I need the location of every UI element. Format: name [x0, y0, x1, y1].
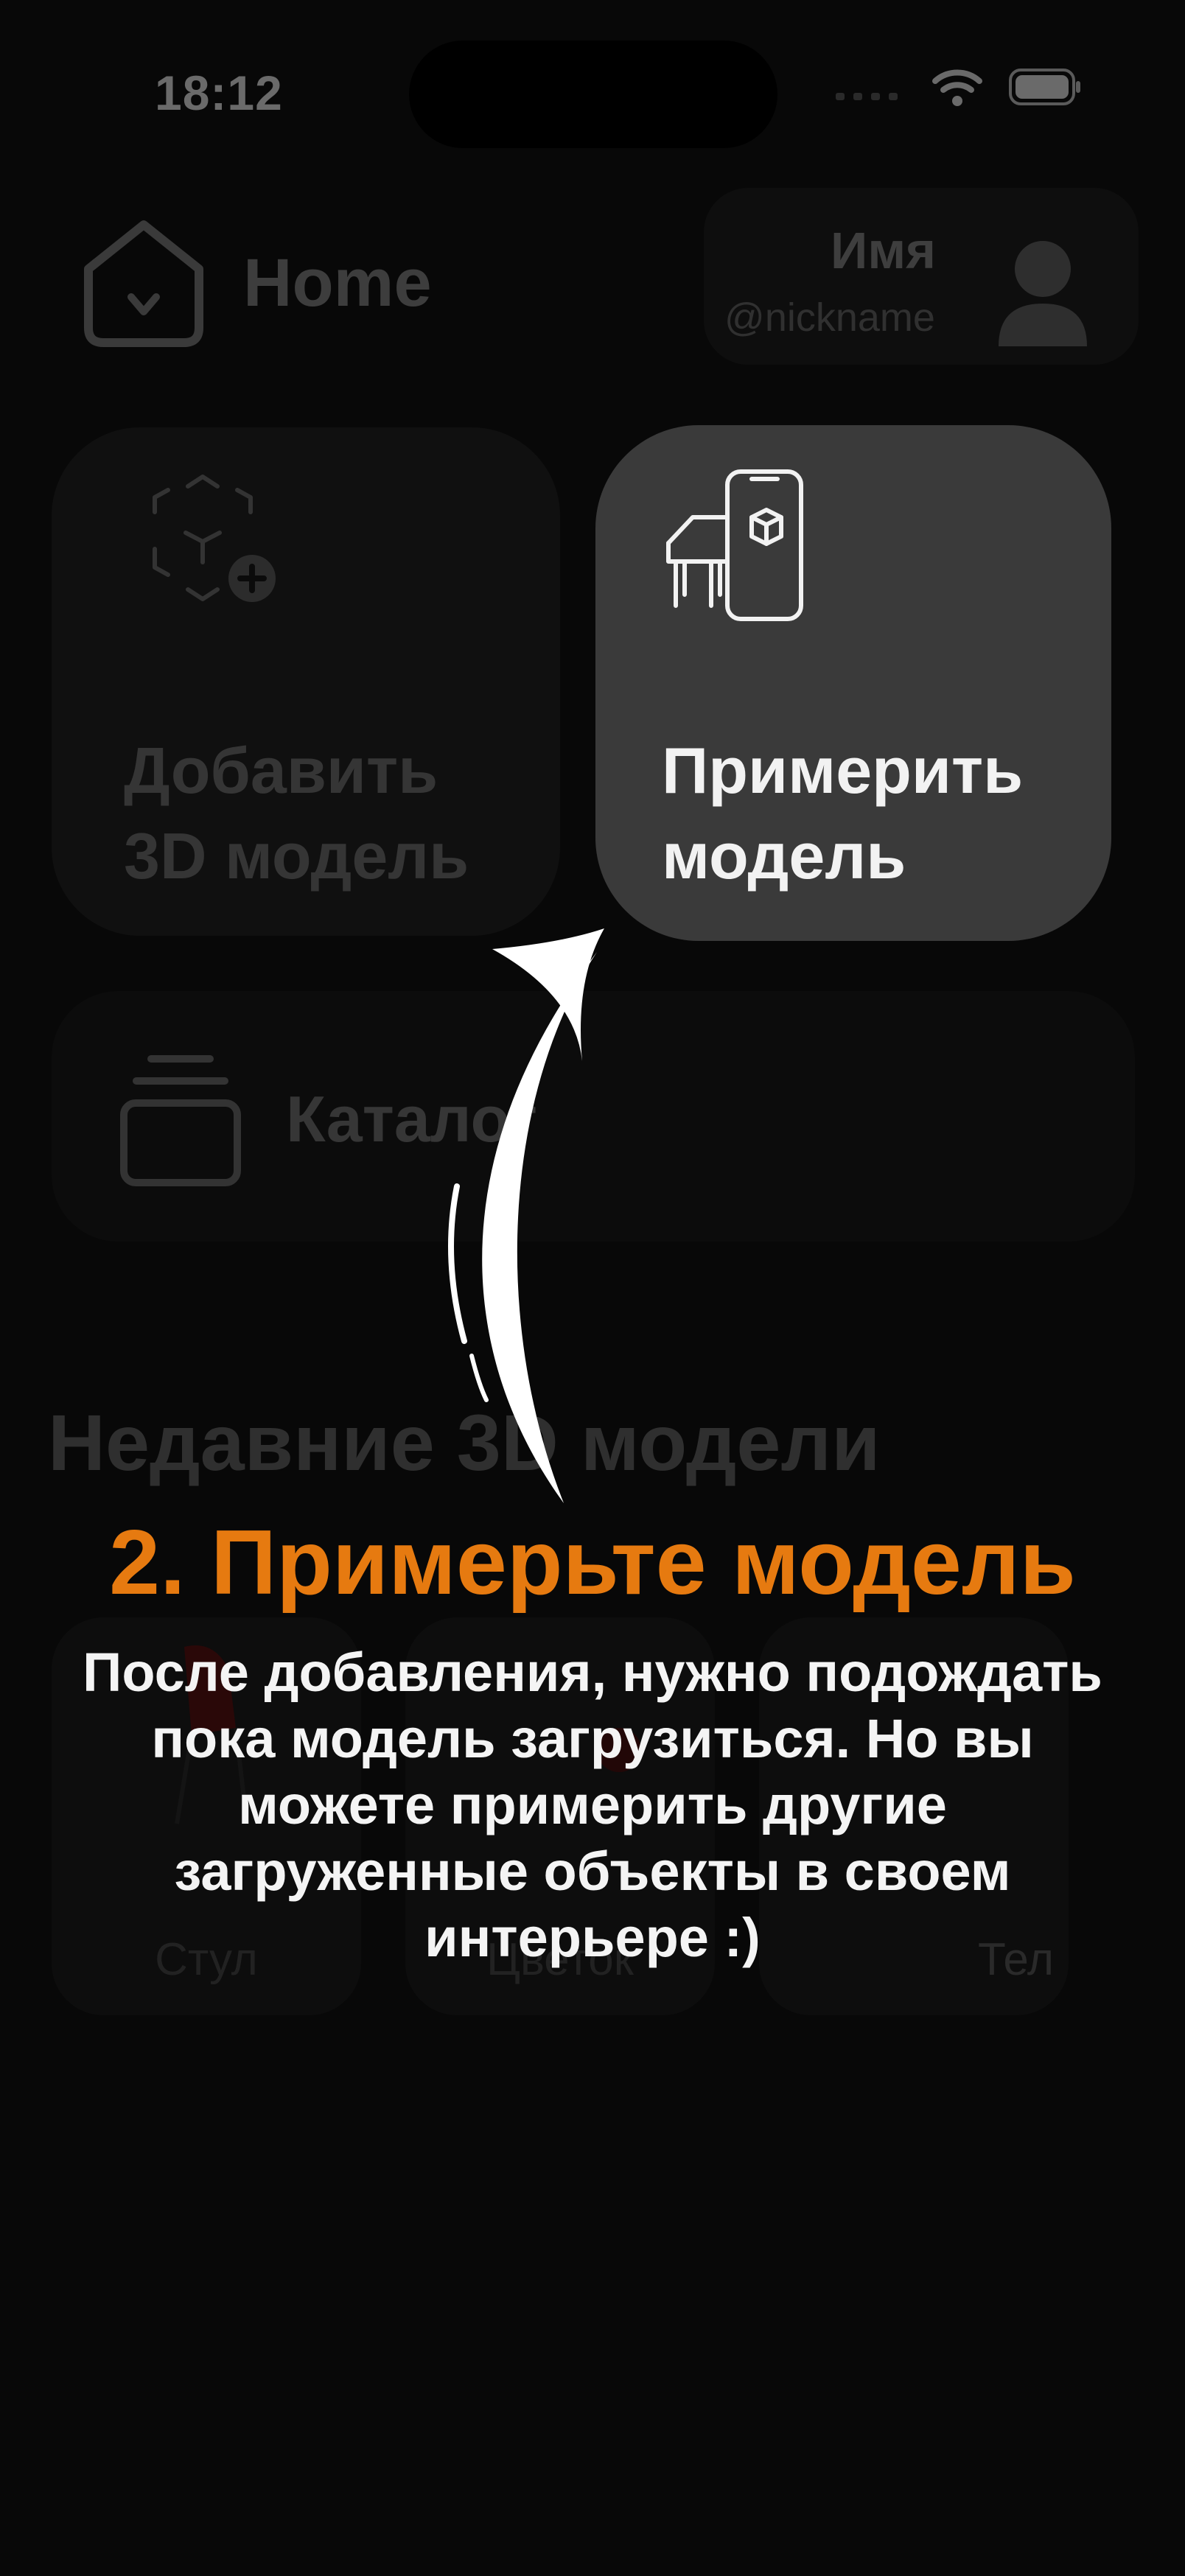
avatar-icon	[999, 241, 1087, 346]
catalog-icon	[120, 1055, 241, 1186]
profile-name: Имя	[831, 222, 936, 279]
status-icons	[833, 66, 1082, 108]
try-model-icon	[666, 469, 803, 621]
status-time: 18:12	[155, 66, 283, 120]
battery-icon	[1009, 69, 1080, 105]
wifi-icon	[932, 69, 982, 106]
page-title: Home	[243, 245, 432, 321]
profile-nickname: @nickname	[724, 295, 935, 340]
signal-icon	[836, 93, 898, 100]
tutorial-arrow-icon	[448, 928, 604, 1503]
tutorial-step-title: 2. Примерьте модель	[109, 1512, 1076, 1614]
dynamic-island	[409, 41, 777, 148]
add-3d-model-icon	[153, 475, 276, 602]
tutorial-step-description: После добавления, нужно подождать пока м…	[83, 1642, 1102, 1968]
try-model-label: Примерить модель	[662, 734, 1024, 892]
home-logo-icon	[84, 220, 203, 347]
add-3d-model-label: Добавить 3D модель	[124, 734, 469, 892]
